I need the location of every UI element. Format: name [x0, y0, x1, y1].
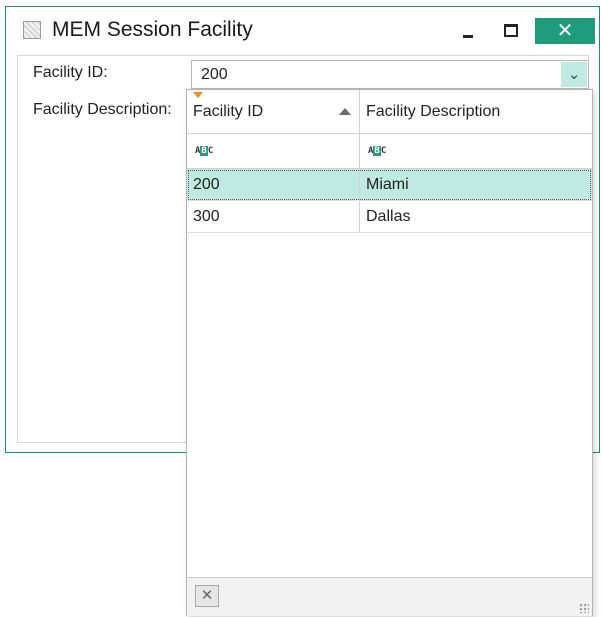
- column-header-label: Facility ID: [193, 103, 264, 120]
- column-header-label: Facility Description: [366, 103, 501, 120]
- sort-ascending-icon: [339, 108, 351, 115]
- grid-rows: 200 Miami 300 Dallas: [187, 169, 592, 233]
- clear-selection-button[interactable]: ✕: [195, 585, 219, 607]
- window-title: MEM Session Facility: [52, 18, 253, 41]
- minimize-button[interactable]: [459, 18, 479, 44]
- close-icon: ✕: [556, 20, 574, 42]
- table-row[interactable]: 200 Miami: [187, 169, 592, 201]
- abc-text-filter-icon: ABC: [368, 146, 387, 156]
- grid-header: Facility ID Facility Description: [187, 90, 592, 134]
- filter-cell-facility-id[interactable]: ABC: [187, 134, 360, 168]
- filter-cell-facility-description[interactable]: ABC: [360, 134, 592, 168]
- facility-id-cell[interactable]: 200: [187, 169, 360, 200]
- facility-description-cell[interactable]: Dallas: [360, 201, 410, 232]
- facility-id-combobox[interactable]: 200 ⌄: [191, 60, 589, 89]
- clear-icon: ✕: [200, 587, 214, 604]
- filter-marker-icon: [193, 92, 203, 98]
- facility-description-cell[interactable]: Miami: [360, 169, 409, 200]
- filter-row: ABC ABC: [187, 134, 592, 169]
- facility-id-label: Facility ID:: [33, 64, 108, 81]
- facility-id-cell[interactable]: 300: [187, 201, 360, 232]
- resize-grip-icon[interactable]: [579, 603, 589, 613]
- app-icon: [23, 21, 41, 39]
- column-header-facility-description[interactable]: Facility Description: [360, 90, 592, 133]
- facility-dropdown-grid: Facility ID Facility Description ABC ABC…: [186, 89, 593, 616]
- abc-text-filter-icon: ABC: [195, 146, 214, 156]
- column-header-facility-id[interactable]: Facility ID: [187, 90, 360, 133]
- grid-footer: ✕: [187, 577, 592, 616]
- title-bar[interactable]: MEM Session Facility ✕: [6, 7, 599, 49]
- facility-description-label: Facility Description:: [33, 101, 172, 118]
- dropdown-button[interactable]: ⌄: [561, 62, 587, 87]
- close-button[interactable]: ✕: [535, 18, 595, 44]
- table-row[interactable]: 300 Dallas: [187, 201, 592, 233]
- facility-id-value[interactable]: 200: [201, 66, 228, 84]
- maximize-button[interactable]: [502, 18, 522, 44]
- chevron-down-icon: ⌄: [567, 66, 581, 83]
